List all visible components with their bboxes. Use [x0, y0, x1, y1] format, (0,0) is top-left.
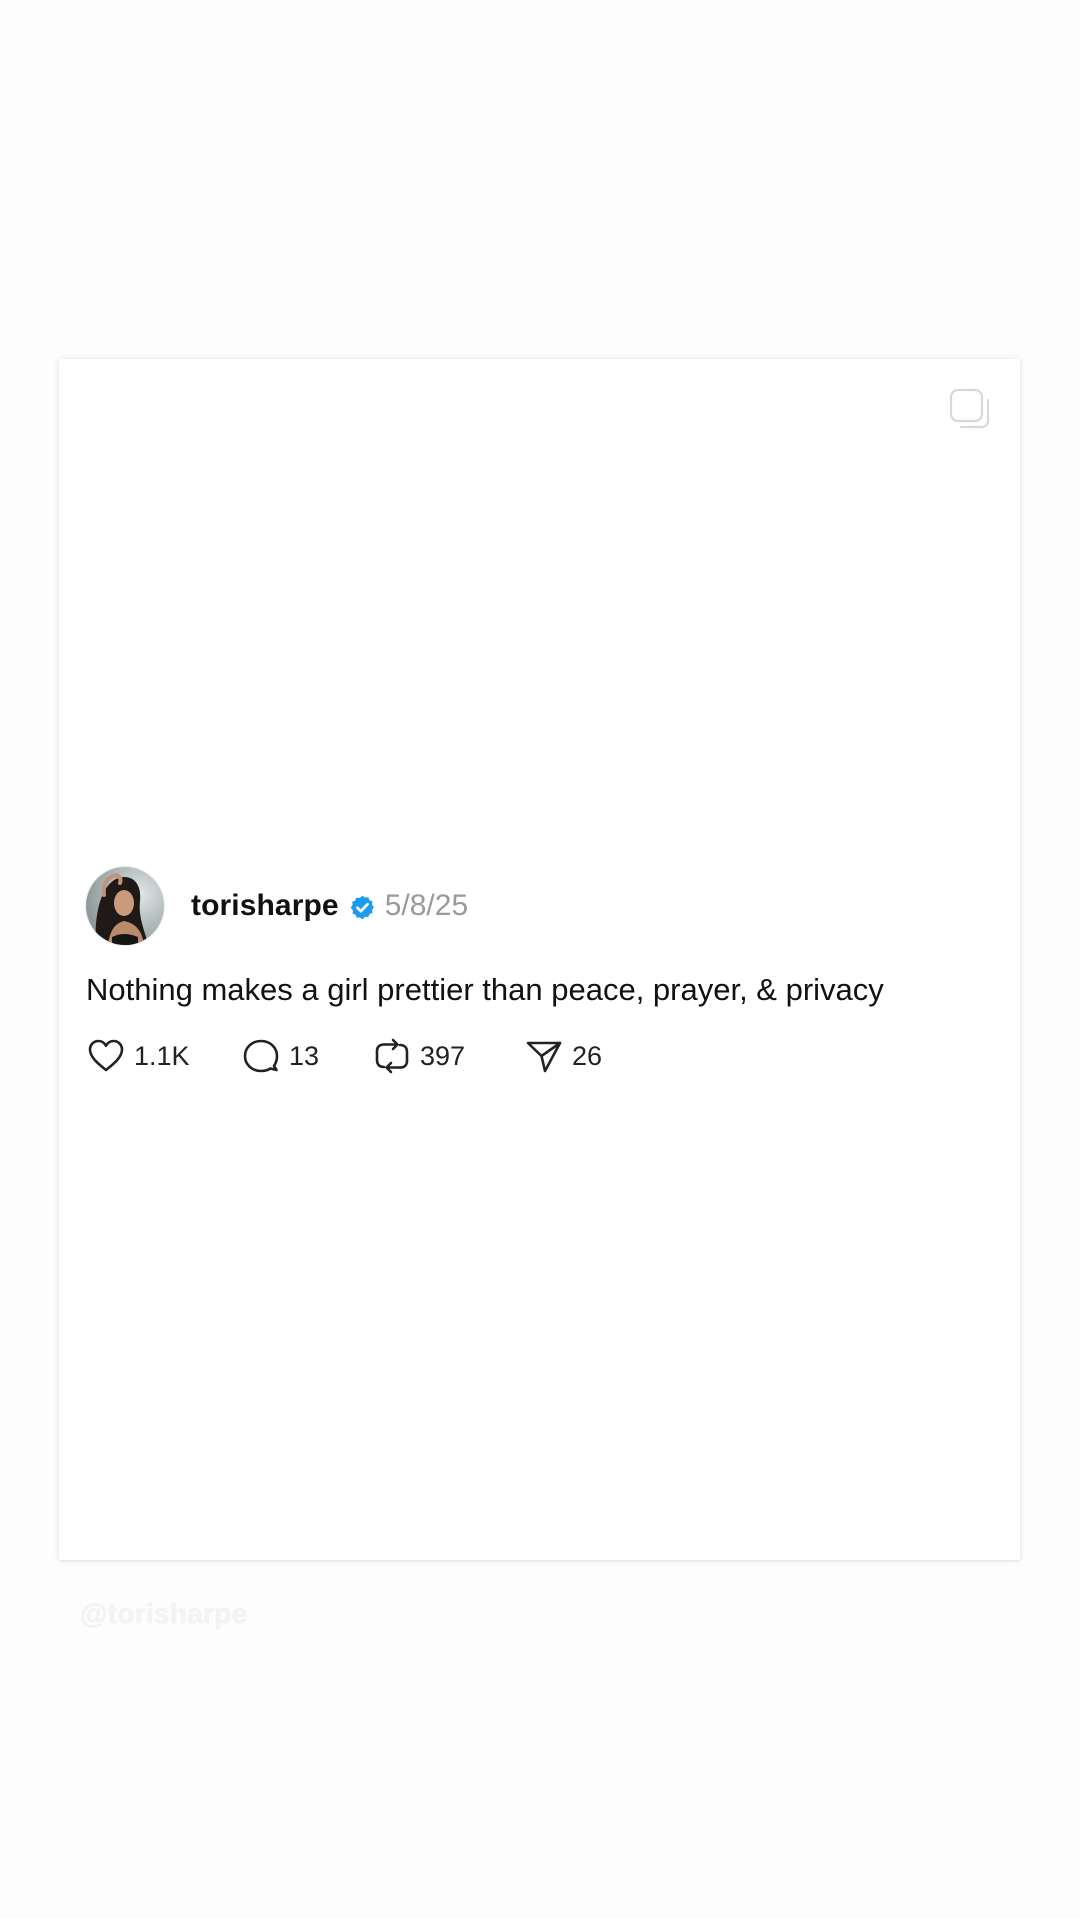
- username[interactable]: torisharpe: [191, 889, 339, 923]
- post-header: torisharpe 5/8/25: [86, 866, 1006, 946]
- paper-plane-icon: [526, 1041, 562, 1073]
- share-button[interactable]: 26: [524, 1036, 624, 1076]
- post-date: 5/8/25: [384, 889, 469, 922]
- speech-bubble-icon: [243, 1039, 279, 1073]
- repost-icon: [375, 1038, 409, 1074]
- reply-button[interactable]: 13: [241, 1036, 372, 1076]
- thread-post: torisharpe 5/8/25 Nothing makes a girl p…: [86, 866, 1006, 1076]
- repost-button[interactable]: 397: [372, 1036, 524, 1076]
- post-card: torisharpe 5/8/25 Nothing makes a girl p…: [59, 359, 1020, 1560]
- repost-count: 397: [420, 1040, 466, 1071]
- heart-icon: [88, 1039, 124, 1072]
- multi-image-icon[interactable]: [948, 387, 992, 431]
- post-text: Nothing makes a girl prettier than peace…: [86, 972, 884, 1007]
- share-count: 26: [572, 1040, 603, 1071]
- like-button[interactable]: 1.1K: [86, 1036, 241, 1076]
- reply-count: 13: [289, 1040, 320, 1071]
- story-canvas: torisharpe 5/8/25 Nothing makes a girl p…: [0, 0, 1080, 1919]
- action-bar: 1.1K 13 397 26: [86, 1036, 1006, 1076]
- avatar[interactable]: [86, 867, 164, 945]
- like-count: 1.1K: [134, 1040, 190, 1071]
- watermark: @torisharpe: [80, 1598, 248, 1629]
- verified-badge-icon: [350, 895, 374, 919]
